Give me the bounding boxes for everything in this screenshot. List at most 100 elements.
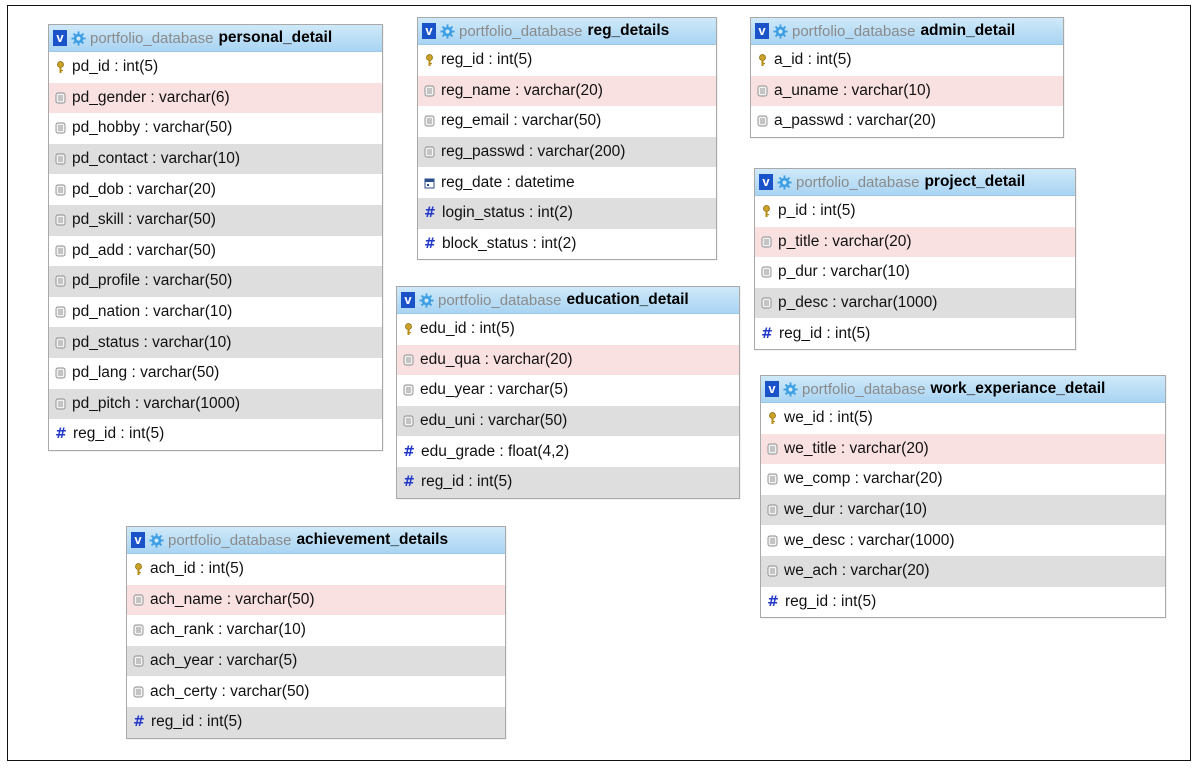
gear-icon[interactable]	[71, 30, 86, 46]
table-name[interactable]: work_experiance_detail	[930, 380, 1105, 398]
database-name[interactable]: portfolio_database	[802, 381, 925, 398]
table-achievement_details[interactable]: v portfolio_database achievement_detailsac…	[126, 526, 506, 739]
column-row[interactable]: edu_uni : varchar(50)	[397, 405, 739, 437]
text-field-icon	[133, 624, 144, 637]
table-admin_detail[interactable]: v portfolio_database admin_detail a_id : in…	[750, 17, 1064, 138]
column-row[interactable]: we_id : int(5)	[761, 403, 1165, 434]
database-name[interactable]: portfolio_database	[792, 23, 915, 40]
column-label: ach_id : int(5)	[150, 560, 244, 578]
column-label: pd_id : int(5)	[72, 58, 159, 76]
column-row[interactable]: ach_year : varchar(5)	[127, 645, 505, 677]
column-row[interactable]: # reg_id : int(5)	[761, 587, 1165, 618]
table-header[interactable]: v portfolio_database admin_detail	[751, 18, 1063, 45]
table-reg_details[interactable]: v portfolio_database reg_details reg_id : i…	[417, 17, 717, 261]
toggle-columns-icon[interactable]: v	[755, 23, 769, 39]
toggle-columns-icon[interactable]: v	[53, 30, 67, 46]
column-row[interactable]: pd_contact : varchar(10)	[49, 143, 382, 175]
column-row[interactable]: reg_name : varchar(20)	[418, 75, 716, 107]
column-label: pd_profile : varchar(50)	[72, 272, 233, 290]
column-row[interactable]: # login_status : int(2)	[418, 197, 716, 229]
column-row[interactable]: p_id : int(5)	[755, 196, 1075, 227]
table-personal_detail[interactable]: v portfolio_database personal_detail pd_id …	[48, 24, 383, 451]
gear-icon[interactable]	[777, 174, 792, 190]
gear-icon[interactable]	[783, 381, 798, 397]
column-row[interactable]: ach_rank : varchar(10)	[127, 615, 505, 646]
table-header[interactable]: v portfolio_database personal_detail	[49, 25, 382, 52]
gear-icon[interactable]	[440, 23, 455, 39]
table-header[interactable]: v portfolio_database reg_details	[418, 18, 716, 45]
toggle-columns-icon[interactable]: v	[401, 292, 415, 308]
table-header[interactable]: v portfolio_database achievement_details	[127, 527, 505, 554]
column-row[interactable]: a_passwd : varchar(20)	[751, 106, 1063, 137]
column-row[interactable]: pd_dob : varchar(20)	[49, 174, 382, 205]
column-label: p_desc : varchar(1000)	[778, 294, 938, 312]
table-header[interactable]: v portfolio_database work_experiance_detai…	[761, 376, 1165, 403]
column-row[interactable]: pd_lang : varchar(50)	[49, 358, 382, 389]
column-row[interactable]: we_comp : varchar(20)	[761, 464, 1165, 495]
toggle-columns-icon[interactable]: v	[765, 381, 779, 397]
column-row[interactable]: p_title : varchar(20)	[755, 226, 1075, 258]
column-row[interactable]: # reg_id : int(5)	[49, 419, 382, 450]
table-education_detail[interactable]: v portfolio_database education_detail edu_i…	[396, 286, 740, 499]
column-row[interactable]: # reg_id : int(5)	[397, 466, 739, 498]
column-row[interactable]: we_title : varchar(20)	[761, 433, 1165, 465]
toggle-columns-icon[interactable]: v	[759, 174, 773, 190]
column-row[interactable]: pd_nation : varchar(10)	[49, 297, 382, 328]
column-row[interactable]: reg_passwd : varchar(200)	[418, 136, 716, 168]
database-name[interactable]: portfolio_database	[796, 174, 919, 191]
column-row[interactable]: # block_status : int(2)	[418, 229, 716, 260]
column-row[interactable]: edu_year : varchar(5)	[397, 375, 739, 406]
gear-icon[interactable]	[149, 532, 164, 548]
database-name[interactable]: portfolio_database	[168, 532, 291, 549]
table-name[interactable]: achievement_details	[296, 531, 448, 549]
column-row[interactable]: reg_email : varchar(50)	[418, 106, 716, 137]
column-row[interactable]: pd_status : varchar(10)	[49, 327, 382, 358]
column-row[interactable]: ach_name : varchar(50)	[127, 584, 505, 616]
toggle-columns-icon[interactable]: v	[422, 23, 436, 39]
column-label: ach_name : varchar(50)	[150, 590, 315, 608]
key-icon	[761, 204, 772, 218]
column-row[interactable]: we_dur : varchar(10)	[761, 494, 1165, 526]
column-row[interactable]: reg_date : datetime	[418, 167, 716, 198]
table-name[interactable]: project_detail	[924, 173, 1025, 191]
table-work_experiance_detail[interactable]: v portfolio_database work_experiance_detai…	[760, 375, 1166, 619]
column-row[interactable]: edu_qua : varchar(20)	[397, 344, 739, 376]
table-name[interactable]: personal_detail	[218, 29, 332, 47]
column-row[interactable]: # edu_grade : float(4,2)	[397, 436, 739, 467]
database-name[interactable]: portfolio_database	[438, 292, 561, 309]
database-name[interactable]: portfolio_database	[459, 23, 582, 40]
column-row[interactable]: ach_id : int(5)	[127, 554, 505, 585]
column-row[interactable]: we_ach : varchar(20)	[761, 555, 1165, 587]
column-row[interactable]: p_dur : varchar(10)	[755, 257, 1075, 288]
column-row[interactable]: # reg_id : int(5)	[755, 318, 1075, 349]
table-name[interactable]: education_detail	[566, 291, 688, 309]
table-name[interactable]: reg_details	[587, 22, 669, 40]
toggle-columns-icon[interactable]: v	[131, 532, 145, 548]
column-row[interactable]: pd_skill : varchar(50)	[49, 204, 382, 236]
table-header[interactable]: v portfolio_database project_detail	[755, 169, 1075, 196]
column-row[interactable]: p_desc : varchar(1000)	[755, 287, 1075, 319]
column-label: edu_year : varchar(5)	[420, 381, 569, 399]
column-row[interactable]: ach_certy : varchar(50)	[127, 676, 505, 707]
column-row[interactable]: pd_id : int(5)	[49, 52, 382, 83]
column-row[interactable]: # reg_id : int(5)	[127, 706, 505, 738]
column-row[interactable]: reg_id : int(5)	[418, 45, 716, 76]
column-row[interactable]: pd_hobby : varchar(50)	[49, 113, 382, 144]
table-name[interactable]: admin_detail	[920, 22, 1015, 40]
gear-icon[interactable]	[773, 23, 788, 39]
column-row[interactable]: pd_add : varchar(50)	[49, 236, 382, 267]
column-row[interactable]: pd_profile : varchar(50)	[49, 266, 382, 297]
table-project_detail[interactable]: v portfolio_database project_detail p_id : …	[754, 168, 1076, 350]
column-row[interactable]: edu_id : int(5)	[397, 314, 739, 345]
column-label: p_title : varchar(20)	[778, 232, 912, 250]
gear-icon[interactable]	[419, 292, 434, 308]
column-row[interactable]: a_uname : varchar(10)	[751, 75, 1063, 107]
column-row[interactable]: we_desc : varchar(1000)	[761, 525, 1165, 556]
column-row[interactable]: pd_gender : varchar(6)	[49, 82, 382, 114]
column-row[interactable]: a_id : int(5)	[751, 45, 1063, 76]
column-row[interactable]: pd_pitch : varchar(1000)	[49, 388, 382, 420]
text-field-icon	[55, 306, 66, 319]
table-header[interactable]: v portfolio_database education_detail	[397, 287, 739, 314]
text-field-icon	[767, 442, 778, 455]
database-name[interactable]: portfolio_database	[90, 30, 213, 47]
